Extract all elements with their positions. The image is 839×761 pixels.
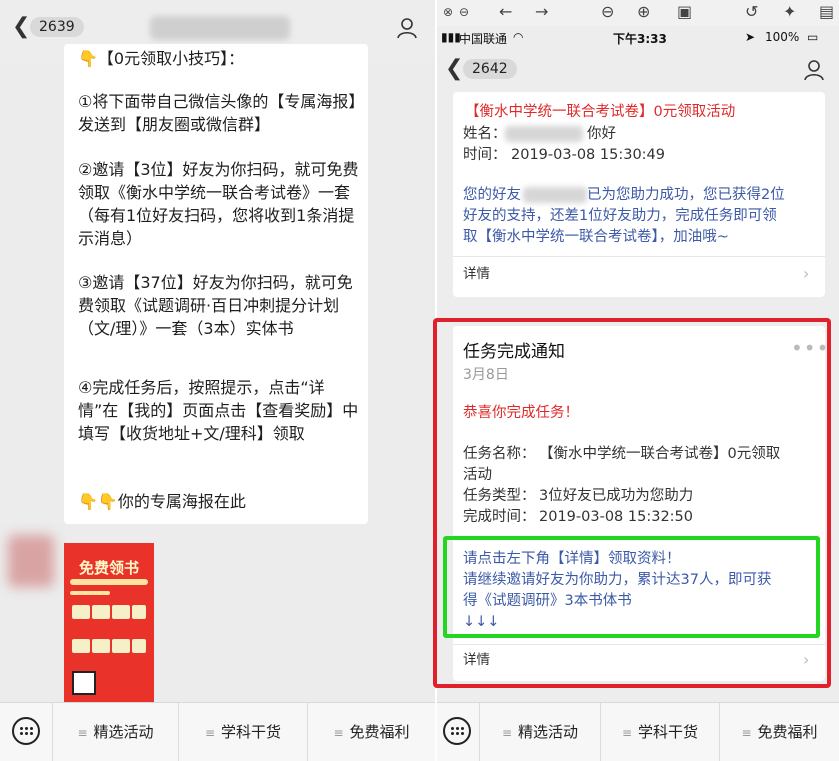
close-icon[interactable]: ⊗ <box>443 5 453 19</box>
chevron-right-icon: › <box>803 264 810 283</box>
progress-notification-card[interactable]: 【衡水中学统一联合考试卷】0元领取活动 姓名： 你好 时间： 2019-03-0… <box>453 92 825 297</box>
menu-item-study[interactable]: ≡ 学科干货 <box>601 703 719 761</box>
details-link[interactable]: 详情 <box>463 264 490 285</box>
poster-book <box>92 639 110 653</box>
poster-book <box>132 639 146 653</box>
green-highlight-box <box>443 536 820 638</box>
menu-item-benefits[interactable]: ≡ 免费福利 <box>308 703 435 761</box>
arrow-left-icon[interactable]: ← <box>499 2 512 21</box>
more-icon[interactable]: ▤ <box>819 2 834 21</box>
arrow-right-icon[interactable]: → <box>535 2 548 21</box>
menu-item-activities[interactable]: ≡ 精选活动 <box>480 703 600 761</box>
step-3-text: ③邀请【37位】好友为你扫码，就可免费领取《试题调研·百日冲刺提分计划（文/理）… <box>78 273 353 338</box>
time-label: 时间： <box>463 147 507 163</box>
poster-book <box>112 605 130 619</box>
blurred-name <box>505 126 583 142</box>
person-icon[interactable] <box>396 17 418 39</box>
unread-count-badge[interactable]: 2642 <box>463 59 517 79</box>
poster-title: 免费领书 <box>78 559 139 577</box>
poster-line <box>70 591 110 595</box>
step-1-text: ①将下面带自己微信头像的【专属海报】发送到【朋友圈或微信群】 <box>78 92 357 134</box>
poster-book <box>132 605 146 619</box>
signal-icon: ▮▮▮ <box>441 30 461 44</box>
back-chevron-icon[interactable]: ❮ <box>445 56 463 81</box>
poster-book <box>72 639 90 653</box>
poster-book <box>72 605 90 619</box>
official-account-menu: ≡ 精选活动 ≡ 学科干货 ≡ 免费福利 <box>437 702 839 761</box>
person-icon[interactable] <box>803 59 825 81</box>
rotate-icon[interactable]: ↺ <box>745 2 758 21</box>
card1-headline: 【衡水中学统一联合考试卷】0元领取活动 <box>465 104 736 120</box>
clock: 下午3:33 <box>613 32 667 46</box>
keyboard-icon[interactable] <box>12 717 40 745</box>
menu-item-study[interactable]: ≡ 学科干货 <box>179 703 307 761</box>
body-line3: 取【衡水中学统一联合考试卷】，加油哦~ <box>463 229 729 245</box>
poster-image[interactable]: 免费领书 <box>64 543 154 705</box>
step-2-text: ②邀请【3位】好友为你扫码，就可免费领取《衡水中学统一联合考试卷》一套（每有1位… <box>78 160 359 248</box>
chat-header: ❮ 2642 <box>437 48 839 92</box>
tip-title: 👇【0元领取小技巧】： <box>78 49 245 68</box>
minimize-icon[interactable]: ⊖ <box>459 5 469 19</box>
zoom-in-icon[interactable]: ⊕ <box>637 2 650 21</box>
time-value: 2019-03-08 15:30:49 <box>511 147 665 163</box>
official-account-menu: ≡ 精选活动 ≡ 学科干货 ≡ 免费福利 <box>0 702 435 761</box>
sender-avatar[interactable] <box>8 535 54 587</box>
greeting: 你好 <box>587 126 616 142</box>
step-4-text: ④完成任务后，按照提示，点击“详情”在【我的】页面点击【查看奖励】中填写【收货地… <box>78 378 359 443</box>
battery-percent: 100% <box>765 30 800 44</box>
magic-icon[interactable]: ✦ <box>783 2 796 21</box>
qr-code-icon <box>72 671 96 695</box>
menu-item-activities[interactable]: ≡ 精选活动 <box>53 703 178 761</box>
blurred-chat-title <box>150 16 290 40</box>
poster-book <box>112 639 130 653</box>
location-icon: ➤ <box>745 30 756 44</box>
body-prefix: 您的好友 <box>463 187 521 203</box>
battery-icon: ▭ <box>807 30 819 44</box>
body-line2: 好友的支持，还差1位好友助力，完成任务即可领 <box>463 208 777 224</box>
phone-status-bar: ▮▮▮ 中国联通 ◠ 下午3:33 ➤ 100% ▭ <box>437 26 839 48</box>
card-divider <box>453 256 825 257</box>
viewer-toolbar: ⊗ ⊖ ← → ⊖ ⊕ ▣ ↺ ✦ ▤ <box>437 0 839 26</box>
unread-count-badge[interactable]: 2639 <box>30 17 84 37</box>
zoom-out-icon[interactable]: ⊖ <box>601 2 614 21</box>
message-bubble: 👇【0元领取小技巧】： ①将下面带自己微信头像的【专属海报】发送到【朋友圈或微信… <box>64 44 368 524</box>
keyboard-icon[interactable] <box>443 717 471 745</box>
name-label: 姓名： <box>463 126 507 142</box>
menu-item-benefits[interactable]: ≡ 免费福利 <box>720 703 839 761</box>
left-chat-screen: ❮ 2639 👇【0元领取小技巧】： ①将下面带自己微信头像的【专属海报】发送到… <box>0 0 435 761</box>
blurred-friend-name <box>523 187 587 203</box>
fit-icon[interactable]: ▣ <box>677 2 692 21</box>
back-chevron-icon[interactable]: ❮ <box>12 14 30 39</box>
carrier-name: 中国联通 <box>459 32 508 46</box>
poster-hint: 👇👇你的专属海报在此 <box>78 492 246 511</box>
wifi-icon: ◠ <box>513 30 524 44</box>
poster-line <box>70 579 148 585</box>
body-line1: 已为您助力成功，您已获得2位 <box>587 187 785 203</box>
poster-book <box>92 605 110 619</box>
